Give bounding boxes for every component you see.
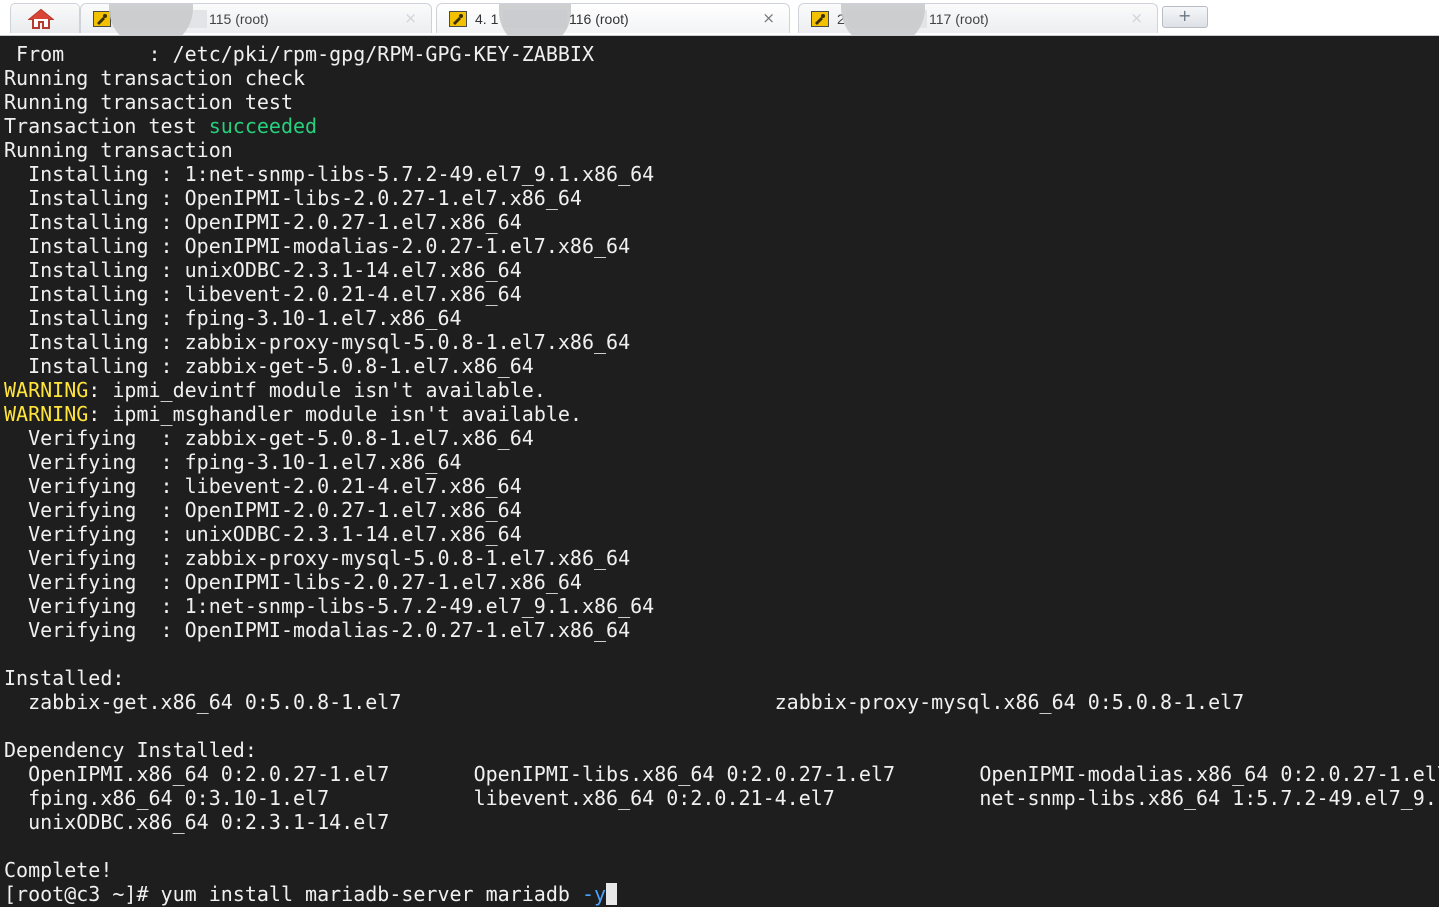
terminal-line: Installing : fping-3.10-1.el7.x86_64 bbox=[4, 306, 462, 330]
terminal-line: Verifying : OpenIPMI-modalias-2.0.27-1.e… bbox=[4, 618, 630, 642]
tab-server-115[interactable]: 115 (root) × bbox=[80, 3, 432, 48]
terminal-line: Installing : OpenIPMI-2.0.27-1.el7.x86_6… bbox=[4, 210, 522, 234]
line-text: Installing : fping-3.10-1.el7.x86_64 bbox=[4, 306, 462, 330]
terminal-line: Verifying : 1:net-snmp-libs-5.7.2-49.el7… bbox=[4, 594, 654, 618]
line-text: Installing : zabbix-get-5.0.8-1.el7.x86_… bbox=[4, 354, 534, 378]
tab-title-prefix: 4. 1 bbox=[475, 11, 499, 27]
terminal-line: Installing : zabbix-get-5.0.8-1.el7.x86_… bbox=[4, 354, 534, 378]
tab-title: 117 (root) bbox=[929, 11, 989, 27]
new-tab-button[interactable]: + bbox=[1162, 6, 1208, 28]
prompt-option: -y bbox=[581, 882, 607, 906]
line-text: Verifying : zabbix-get-5.0.8-1.el7.x86_6… bbox=[4, 426, 534, 450]
line-text: Running transaction bbox=[4, 138, 233, 162]
terminal-line: unixODBC.x86_64 0:2.3.1-14.el7 bbox=[4, 810, 389, 834]
line-text: unixODBC.x86_64 0:2.3.1-14.el7 bbox=[4, 810, 390, 834]
line-text: Installing : OpenIPMI-libs-2.0.27-1.el7.… bbox=[4, 186, 582, 210]
text-cursor bbox=[606, 883, 618, 905]
tab-server-117[interactable]: 2 117 (root) × bbox=[798, 3, 1158, 48]
line-text: Dependency Installed: bbox=[4, 738, 257, 762]
terminal-line: Installing : libevent-2.0.21-4.el7.x86_6… bbox=[4, 282, 522, 306]
line-text: Installed: bbox=[4, 666, 125, 690]
terminal-line: OpenIPMI.x86_64 0:2.0.27-1.el7 OpenIPMI-… bbox=[4, 762, 1439, 786]
close-icon[interactable]: × bbox=[404, 9, 417, 27]
terminal-line: WARNING: ipmi_msghandler module isn't av… bbox=[4, 402, 582, 426]
terminal-line: Dependency Installed: bbox=[4, 738, 257, 762]
plus-icon: + bbox=[1178, 6, 1192, 25]
warning-label: WARNING bbox=[4, 402, 89, 426]
terminal-line: Transaction test succeeded bbox=[4, 114, 317, 138]
terminal-line: Verifying : OpenIPMI-2.0.27-1.el7.x86_64 bbox=[4, 498, 522, 522]
terminal-line: Running transaction test bbox=[4, 90, 293, 114]
line-text: Running transaction test bbox=[4, 90, 293, 114]
line-text: Verifying : 1:net-snmp-libs-5.7.2-49.el7… bbox=[4, 594, 655, 618]
terminal-line: Complete! bbox=[4, 858, 112, 882]
terminal-line: Installing : zabbix-proxy-mysql-5.0.8-1.… bbox=[4, 330, 630, 354]
terminal-line: Running transaction bbox=[4, 138, 233, 162]
terminal-line: WARNING: ipmi_devintf module isn't avail… bbox=[4, 378, 546, 402]
terminal-line: Verifying : fping-3.10-1.el7.x86_64 bbox=[4, 450, 462, 474]
home-tab[interactable] bbox=[10, 3, 80, 33]
tab-server-116[interactable]: 4. 1 116 (root) × bbox=[436, 3, 790, 48]
terminal-line: From : /etc/pki/rpm-gpg/RPM-GPG-KEY-ZABB… bbox=[4, 42, 594, 66]
terminal-line: Installing : 1:net-snmp-libs-5.7.2-49.el… bbox=[4, 162, 654, 186]
line-text: Installing : unixODBC-2.3.1-14.el7.x86_6… bbox=[4, 258, 522, 282]
line-text: zabbix-get.x86_64 0:5.0.8-1.el7 zabbix-p… bbox=[4, 690, 1245, 714]
close-icon[interactable]: × bbox=[762, 9, 775, 27]
line-text: Installing : OpenIPMI-modalias-2.0.27-1.… bbox=[4, 234, 631, 258]
line-text: Running transaction check bbox=[4, 66, 306, 90]
command-prompt[interactable]: [root@c3 ~]# yum install mariadb-server … bbox=[4, 882, 618, 906]
line-text: : ipmi_devintf module isn't available. bbox=[88, 378, 546, 402]
line-text: Installing : OpenIPMI-2.0.27-1.el7.x86_6… bbox=[4, 210, 522, 234]
terminal-output[interactable]: From : /etc/pki/rpm-gpg/RPM-GPG-KEY-ZABB… bbox=[0, 36, 1439, 907]
line-text: Complete! bbox=[4, 858, 113, 882]
terminal-line: zabbix-get.x86_64 0:5.0.8-1.el7 zabbix-p… bbox=[4, 690, 1244, 714]
home-icon bbox=[27, 8, 55, 30]
line-text: Verifying : OpenIPMI-2.0.27-1.el7.x86_64 bbox=[4, 498, 522, 522]
terminal-icon bbox=[449, 11, 467, 27]
terminal-line: Verifying : zabbix-get-5.0.8-1.el7.x86_6… bbox=[4, 426, 534, 450]
terminal-line: Installing : OpenIPMI-libs-2.0.27-1.el7.… bbox=[4, 186, 582, 210]
status-success-text: succeeded bbox=[208, 114, 318, 138]
line-text: Verifying : OpenIPMI-libs-2.0.27-1.el7.x… bbox=[4, 570, 582, 594]
line-text: From : /etc/pki/rpm-gpg/RPM-GPG-KEY-ZABB… bbox=[4, 42, 595, 66]
terminal-line: Verifying : zabbix-proxy-mysql-5.0.8-1.e… bbox=[4, 546, 630, 570]
tab-title: 116 (root) bbox=[569, 11, 629, 27]
line-text: Installing : 1:net-snmp-libs-5.7.2-49.el… bbox=[4, 162, 655, 186]
terminal-line: Verifying : libevent-2.0.21-4.el7.x86_64 bbox=[4, 474, 522, 498]
terminal-icon bbox=[811, 11, 829, 27]
line-text: fping.x86_64 0:3.10-1.el7 libevent.x86_6… bbox=[4, 786, 1439, 810]
terminal-line: fping.x86_64 0:3.10-1.el7 libevent.x86_6… bbox=[4, 786, 1439, 810]
warning-label: WARNING bbox=[4, 378, 89, 402]
line-text: Verifying : OpenIPMI-modalias-2.0.27-1.e… bbox=[4, 618, 631, 642]
line-text: Verifying : fping-3.10-1.el7.x86_64 bbox=[4, 450, 462, 474]
line-text: Installing : libevent-2.0.21-4.el7.x86_6… bbox=[4, 282, 522, 306]
terminal-line: Installing : unixODBC-2.3.1-14.el7.x86_6… bbox=[4, 258, 522, 282]
line-text: Transaction test bbox=[4, 114, 209, 138]
line-text: : ipmi_msghandler module isn't available… bbox=[88, 402, 582, 426]
prompt-text: [root@c3 ~]# yum install mariadb-server … bbox=[4, 882, 582, 906]
terminal-line: Running transaction check bbox=[4, 66, 305, 90]
terminal-line: Verifying : unixODBC-2.3.1-14.el7.x86_64 bbox=[4, 522, 522, 546]
line-text: OpenIPMI.x86_64 0:2.0.27-1.el7 OpenIPMI-… bbox=[4, 762, 1439, 786]
terminal-line: Installing : OpenIPMI-modalias-2.0.27-1.… bbox=[4, 234, 630, 258]
line-text: Verifying : zabbix-proxy-mysql-5.0.8-1.e… bbox=[4, 546, 631, 570]
terminal-line: Installed: bbox=[4, 666, 124, 690]
terminal-icon bbox=[93, 11, 111, 27]
tab-bar: 115 (root) × 4. 1 116 (root) × 2 117 (ro… bbox=[0, 0, 1439, 48]
close-icon[interactable]: × bbox=[1130, 9, 1143, 27]
line-text: Installing : zabbix-proxy-mysql-5.0.8-1.… bbox=[4, 330, 631, 354]
line-text: Verifying : unixODBC-2.3.1-14.el7.x86_64 bbox=[4, 522, 522, 546]
line-text: Verifying : libevent-2.0.21-4.el7.x86_64 bbox=[4, 474, 522, 498]
terminal-line: Verifying : OpenIPMI-libs-2.0.27-1.el7.x… bbox=[4, 570, 582, 594]
tab-title: 115 (root) bbox=[209, 11, 269, 27]
